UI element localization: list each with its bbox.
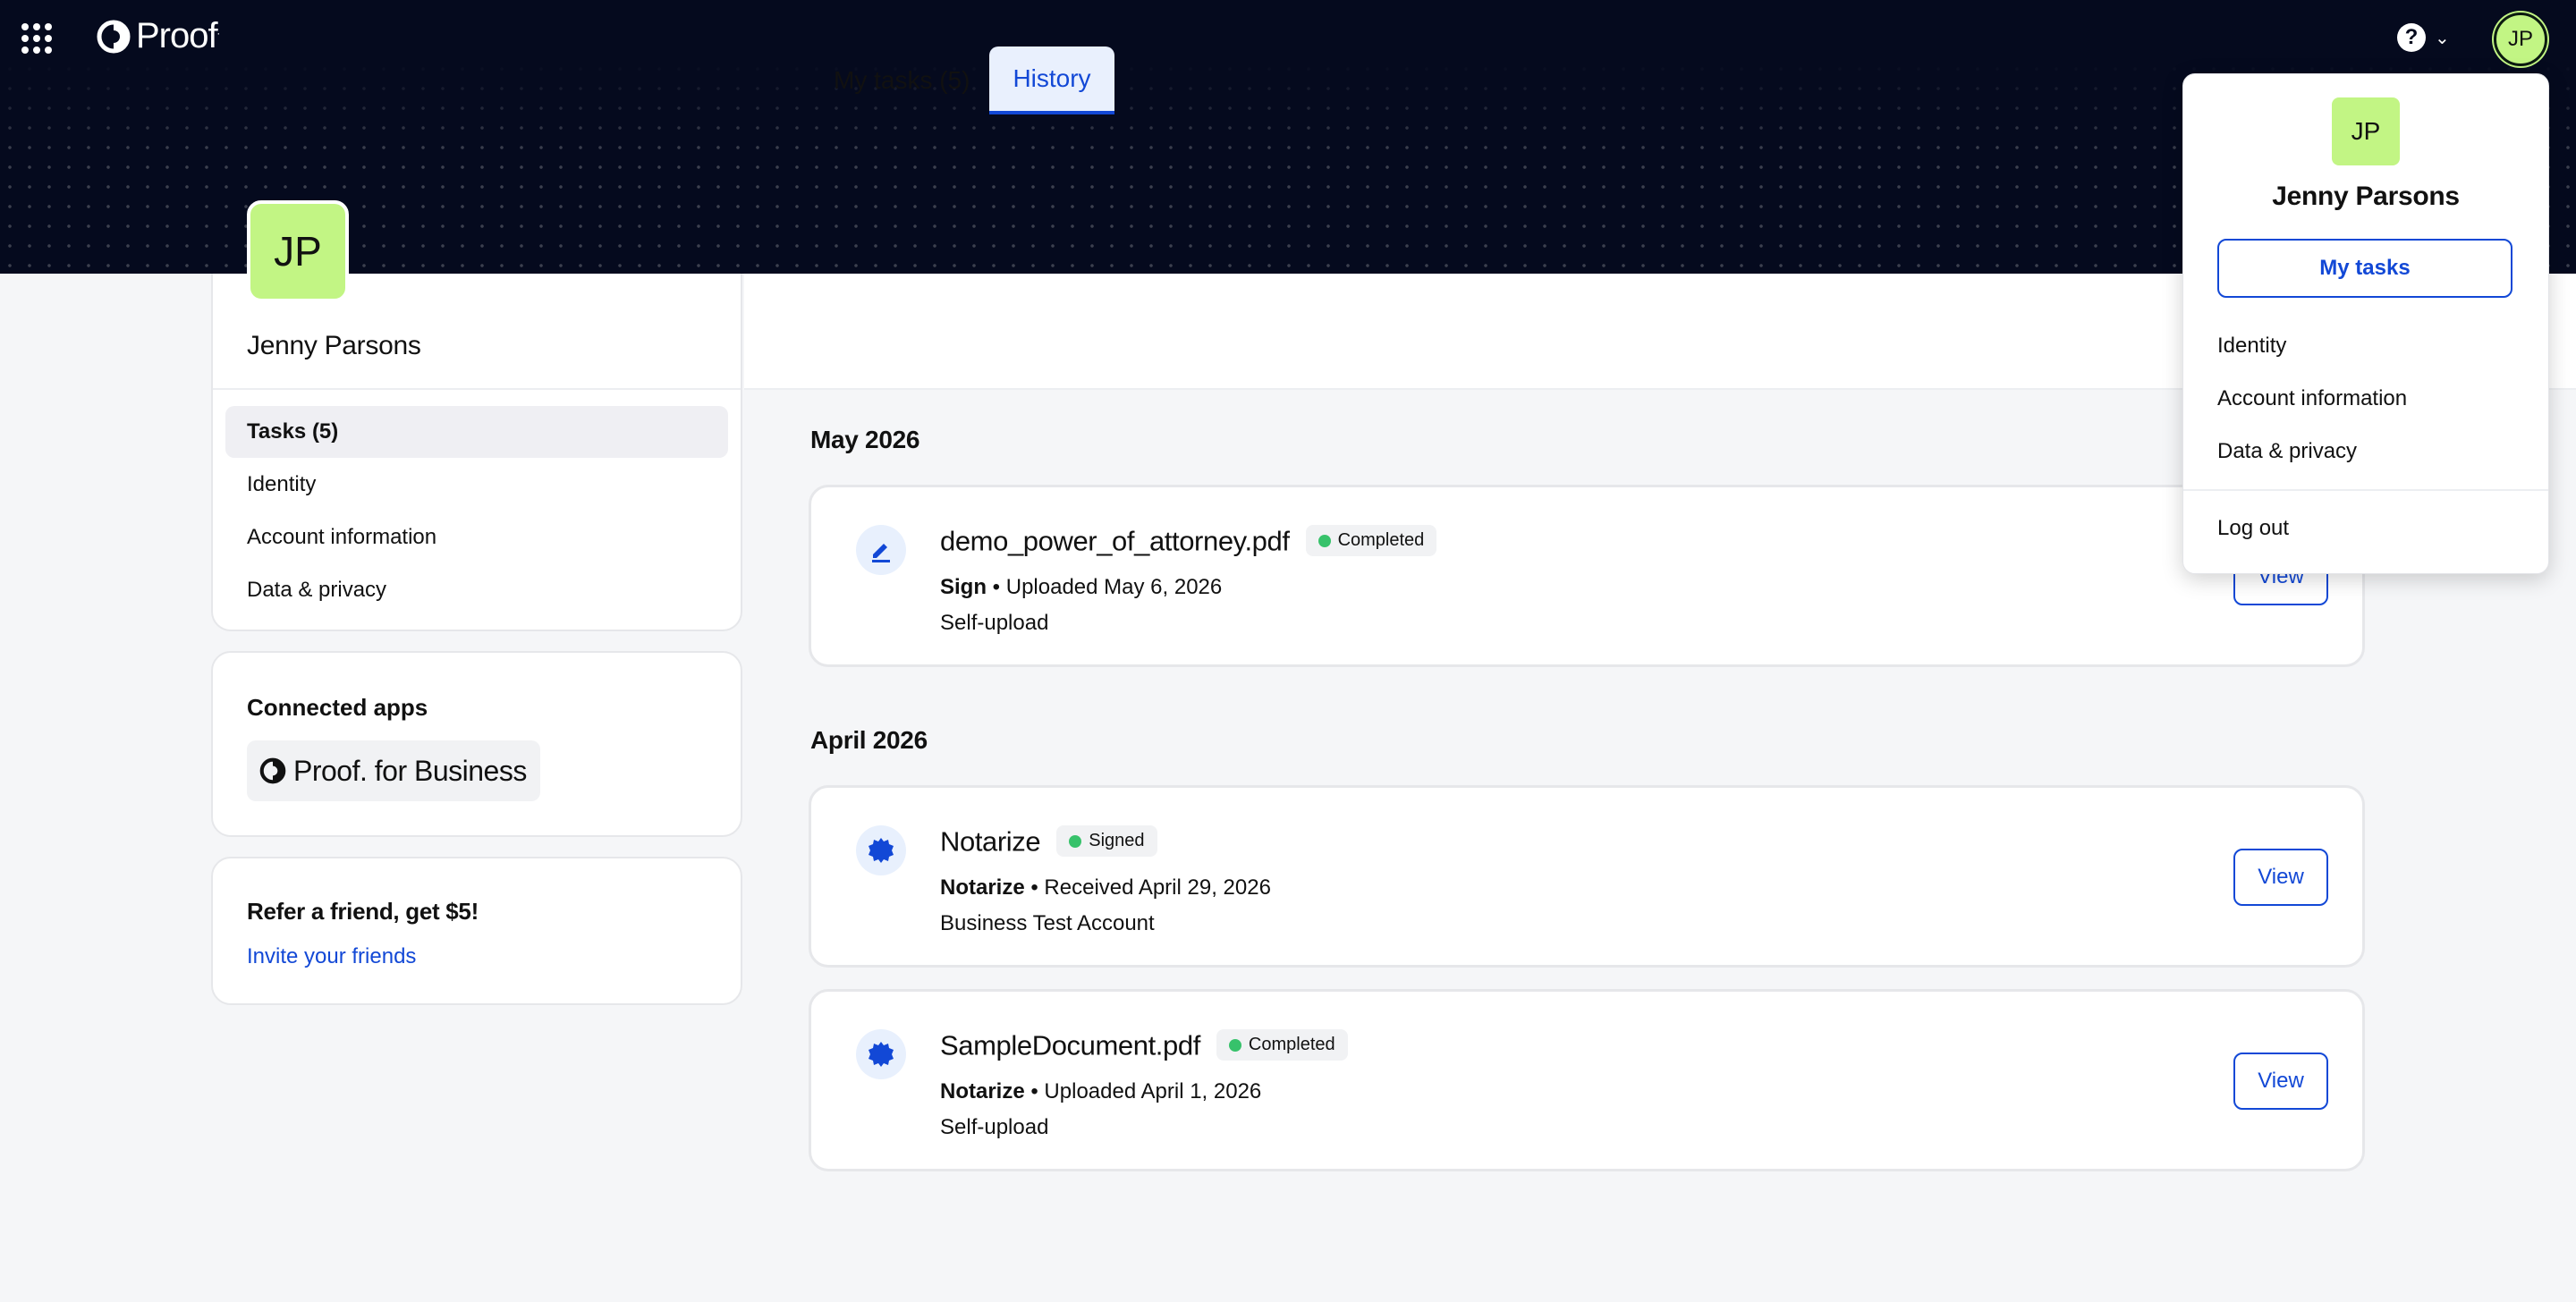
menu-divider [2183,489,2548,491]
menu-item-identity[interactable]: Identity [2217,334,2286,359]
status-dot-icon [1069,834,1082,848]
status-dot-icon [1318,534,1331,547]
connected-apps-title: Connected apps [247,694,428,721]
history-item-title: SampleDocument.pdf Completed [940,1029,1348,1062]
dropdown-user-name: Jenny Parsons [2272,182,2460,211]
status-dot-icon [1228,1038,1241,1052]
proof-business-icon [259,757,286,784]
notary-seal-icon [856,1029,906,1079]
history-item: demo_power_of_attorney.pdf Completed Sign… [809,485,2365,667]
view-button[interactable]: View [2233,1053,2328,1110]
view-button[interactable]: View [2233,849,2328,906]
history-item-meta: Sign • Uploaded May 6, 2026 [940,575,1223,599]
status-badge: Signed [1056,825,1157,857]
connected-apps-card: Connected apps Proof. for Business [211,651,742,837]
user-menu-dropdown: JP Jenny Parsons My tasks Identity Accou… [2182,73,2549,574]
help-menu-button[interactable]: ? ⌄ [2397,23,2450,52]
sidebar-item-account-information[interactable]: Account information [225,512,728,563]
sidebar-item-identity[interactable]: Identity [225,459,728,511]
profile-name: Jenny Parsons [247,331,421,360]
proof-for-business-app[interactable]: Proof. for Business [247,740,540,801]
chevron-down-icon: ⌄ [2435,28,2450,48]
sidebar-nav: Tasks (5) Identity Account information D… [225,406,728,617]
invite-friends-link[interactable]: Invite your friends [247,944,416,969]
logout-menu-item[interactable]: Log out [2217,516,2289,541]
history-item-source: Business Test Account [940,911,1155,935]
profile-avatar: JP [247,200,349,302]
menu-item-account-information[interactable]: Account information [2217,386,2407,411]
pen-icon [856,525,906,575]
history-item-source: Self-upload [940,611,1049,635]
notary-seal-icon [856,825,906,875]
profile-divider [213,388,741,390]
refer-friend-card: Refer a friend, get $5! Invite your frie… [211,857,742,1005]
history-item-meta: Notarize • Received April 29, 2026 [940,875,1271,900]
month-heading: May 2026 [810,426,920,453]
sidebar-item-tasks[interactable]: Tasks (5) [225,406,728,458]
connected-app-label: Proof. for Business [293,754,527,787]
my-tasks-button[interactable]: My tasks [2217,239,2512,298]
status-badge: Completed [1305,525,1437,556]
menu-item-data-privacy[interactable]: Data & privacy [2217,439,2357,464]
refer-title: Refer a friend, get $5! [247,898,479,925]
history-item-title: Notarize Signed [940,825,1157,858]
tab-history[interactable]: History [989,46,1114,114]
logo-text: Proof. [136,16,220,55]
history-item-title: demo_power_of_attorney.pdf Completed [940,525,1437,558]
month-heading: April 2026 [810,726,928,754]
sidebar-item-data-privacy[interactable]: Data & privacy [225,564,728,616]
history-item-source: Self-upload [940,1115,1049,1139]
user-avatar-button[interactable]: JP [2494,13,2547,66]
top-bar: Proof. ? ⌄ JP [0,0,2576,75]
dropdown-avatar: JP [2332,97,2400,165]
help-icon: ? [2397,23,2426,52]
apps-grid-icon[interactable] [21,23,52,54]
proof-logo-icon [97,20,131,53]
history-item: SampleDocument.pdf Completed Notarize • U… [809,989,2365,1171]
history-item-meta: Notarize • Uploaded April 1, 2026 [940,1079,1262,1103]
tab-my-tasks[interactable]: My tasks (5) [805,46,998,114]
history-item: Notarize Signed Notarize • Received April… [809,785,2365,968]
status-badge: Completed [1216,1029,1348,1061]
proof-logo[interactable]: Proof. [97,16,220,56]
